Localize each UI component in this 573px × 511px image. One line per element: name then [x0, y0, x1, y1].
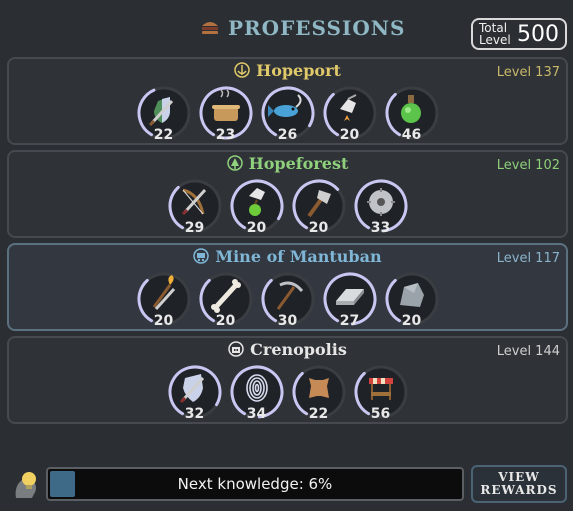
region-title: Mine of Mantuban	[9, 247, 566, 268]
skill-level-value: 46	[401, 127, 422, 143]
region-name: Mine of Mantuban	[215, 247, 382, 266]
skill-level-value: 33	[370, 220, 391, 236]
skill-level-value: 34	[246, 406, 267, 422]
region-level: Level 102	[496, 158, 560, 173]
skill-level-value: 30	[277, 313, 298, 329]
minecart-icon	[193, 247, 210, 268]
skill-axe[interactable]: 20	[291, 178, 347, 236]
total-label-line2: Level	[479, 33, 511, 47]
knowledge-progress-text: Next knowledge: 6%	[177, 475, 333, 493]
view-rewards-line2: REWARDS	[480, 483, 558, 497]
skill-bone[interactable]: 20	[198, 271, 254, 329]
hamburger-icon	[202, 22, 218, 34]
skill-level-value: 32	[184, 406, 205, 422]
region-level: Level 117	[496, 251, 560, 266]
skill-market-stall[interactable]: 56	[353, 364, 409, 422]
knowledge-progress-bar: Next knowledge: 6%	[46, 467, 464, 501]
skill-saw-blade[interactable]: 33	[353, 178, 409, 236]
region-name: Hopeforest	[248, 154, 349, 173]
skill-level-value: 29	[184, 220, 205, 236]
skill-stone[interactable]: 20	[384, 271, 440, 329]
region-name: Hopeport	[256, 61, 341, 80]
skills-row: 29 20 20 33	[9, 178, 566, 236]
region-name: Crenopolis	[250, 340, 347, 359]
region-panel-hopeforest[interactable]: Hopeforest Level 102 29 20 20 33	[7, 150, 568, 238]
skill-gathering-hand[interactable]: 20	[322, 85, 378, 143]
skill-leather-hide[interactable]: 22	[291, 364, 347, 422]
skill-level-value: 20	[339, 127, 360, 143]
skill-apple-hand[interactable]: 20	[229, 178, 285, 236]
skill-fingerprint[interactable]: 34	[229, 364, 285, 422]
skill-armor-shield[interactable]: 32	[167, 364, 223, 422]
skill-level-value: 26	[277, 127, 298, 143]
skill-level-value: 20	[153, 313, 174, 329]
header: PROFESSIONS Total Level 500	[0, 0, 573, 56]
region-panel-crenopolis[interactable]: Crenopolis Level 144 32 34 22 56	[7, 336, 568, 424]
skill-torch-sword[interactable]: 20	[136, 271, 192, 329]
region-level: Level 144	[496, 344, 560, 359]
region-title: Hopeforest	[9, 154, 566, 175]
skill-metal-bar[interactable]: 27	[322, 271, 378, 329]
page-title: PROFESSIONS	[228, 16, 406, 40]
skill-sword-bow[interactable]: 29	[167, 178, 223, 236]
total-level-label: Total Level	[479, 22, 513, 46]
skill-level-value: 20	[215, 313, 236, 329]
skills-row: 22 23 26 20 46	[9, 85, 566, 143]
tree-icon	[226, 154, 243, 175]
anchor-icon	[234, 61, 250, 82]
skills-row: 32 34 22 56	[9, 364, 566, 422]
skill-level-value: 22	[153, 127, 174, 143]
total-level-value: 500	[517, 21, 559, 47]
lightbulb-head-icon[interactable]	[12, 468, 40, 502]
skill-level-value: 27	[339, 313, 360, 329]
city-icon	[228, 340, 244, 361]
region-panel-hopeport[interactable]: Hopeport Level 137 22 23 26 20 46	[7, 57, 568, 145]
skill-level-value: 56	[370, 406, 391, 422]
footer: Next knowledge: 6% VIEW REWARDS	[0, 460, 573, 511]
region-level: Level 137	[496, 65, 560, 80]
skill-level-value: 23	[215, 127, 236, 143]
skill-level-value: 22	[308, 406, 329, 422]
total-level-badge: Total Level 500	[471, 18, 567, 50]
region-title: Hopeport	[9, 61, 566, 82]
skill-level-value: 20	[308, 220, 329, 236]
skill-shield-sword[interactable]: 22	[136, 85, 192, 143]
skill-pickaxe[interactable]: 30	[260, 271, 316, 329]
region-panel-mine-of-mantuban[interactable]: Mine of Mantuban Level 117 20 20 30 27 20	[7, 243, 568, 331]
skill-level-value: 20	[401, 313, 422, 329]
skill-potion[interactable]: 46	[384, 85, 440, 143]
skills-row: 20 20 30 27 20	[9, 271, 566, 329]
skill-fish[interactable]: 26	[260, 85, 316, 143]
view-rewards-button[interactable]: VIEW REWARDS	[471, 465, 567, 503]
skill-level-value: 20	[246, 220, 267, 236]
region-title: Crenopolis	[9, 340, 566, 361]
skill-cooking-pot[interactable]: 23	[198, 85, 254, 143]
